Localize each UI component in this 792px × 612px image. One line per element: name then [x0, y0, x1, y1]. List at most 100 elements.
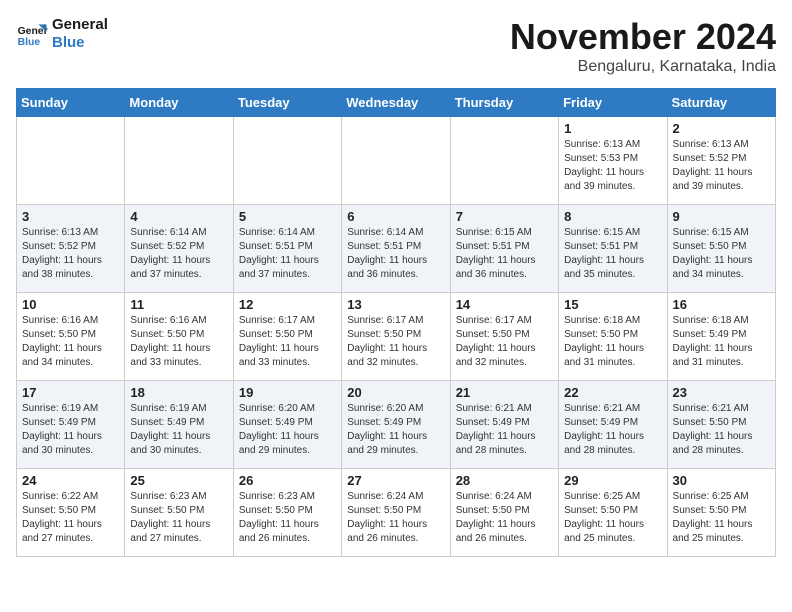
- day-number: 9: [673, 209, 770, 224]
- calendar-cell: 7 Sunrise: 6:15 AM Sunset: 5:51 PM Daylig…: [450, 205, 558, 293]
- weekday-header: Tuesday: [233, 89, 341, 117]
- day-info: Sunrise: 6:22 AM Sunset: 5:50 PM Dayligh…: [22, 490, 119, 546]
- day-info: Sunrise: 6:13 AM Sunset: 5:53 PM Dayligh…: [564, 138, 661, 194]
- calendar-cell: 24 Sunrise: 6:22 AM Sunset: 5:50 PM Dayli…: [17, 469, 125, 557]
- day-number: 4: [130, 209, 227, 224]
- svg-text:Blue: Blue: [18, 37, 41, 48]
- logo: General Blue General Blue: [16, 16, 108, 52]
- calendar-cell: 12Sunrise: 6:17 AM Sunset: 5:50 PM Dayli…: [233, 293, 341, 381]
- day-number: 24: [22, 473, 119, 488]
- calendar-cell: 2 Sunrise: 6:13 AM Sunset: 5:52 PM Daylig…: [667, 117, 775, 205]
- calendar-cell: 1 Sunrise: 6:13 AM Sunset: 5:53 PM Daylig…: [559, 117, 667, 205]
- calendar-cell: 25 Sunrise: 6:23 AM Sunset: 5:50 PM Dayli…: [125, 469, 233, 557]
- day-info: Sunrise: 6:19 AM Sunset: 5:49 PM Dayligh…: [130, 402, 227, 458]
- day-number: 14: [456, 297, 553, 312]
- day-info: Sunrise: 6:15 AM Sunset: 5:51 PM Dayligh…: [564, 226, 661, 282]
- day-number: 20: [347, 385, 444, 400]
- calendar-cell: 21 Sunrise: 6:21 AM Sunset: 5:49 PM Dayli…: [450, 381, 558, 469]
- day-info: Sunrise: 6:21 AM Sunset: 5:50 PM Dayligh…: [673, 402, 770, 458]
- day-number: 15: [564, 297, 661, 312]
- day-info: Sunrise: 6:14 AM Sunset: 5:51 PM Dayligh…: [239, 226, 336, 282]
- logo-line1: General: [52, 16, 108, 34]
- weekday-header: Saturday: [667, 89, 775, 117]
- day-number: 25: [130, 473, 227, 488]
- logo-line2: Blue: [52, 34, 108, 52]
- calendar-cell: 16Sunrise: 6:18 AM Sunset: 5:49 PM Dayli…: [667, 293, 775, 381]
- day-number: 29: [564, 473, 661, 488]
- calendar-cell: 26 Sunrise: 6:23 AM Sunset: 5:50 PM Dayli…: [233, 469, 341, 557]
- day-info: Sunrise: 6:25 AM Sunset: 5:50 PM Dayligh…: [673, 490, 770, 546]
- calendar-cell: [233, 117, 341, 205]
- day-info: Sunrise: 6:20 AM Sunset: 5:49 PM Dayligh…: [239, 402, 336, 458]
- calendar-cell: 4 Sunrise: 6:14 AM Sunset: 5:52 PM Daylig…: [125, 205, 233, 293]
- day-number: 18: [130, 385, 227, 400]
- day-number: 2: [673, 121, 770, 136]
- calendar-cell: 8 Sunrise: 6:15 AM Sunset: 5:51 PM Daylig…: [559, 205, 667, 293]
- weekday-header: Monday: [125, 89, 233, 117]
- day-info: Sunrise: 6:24 AM Sunset: 5:50 PM Dayligh…: [456, 490, 553, 546]
- calendar-cell: 20Sunrise: 6:20 AM Sunset: 5:49 PM Dayli…: [342, 381, 450, 469]
- location-title: Bengaluru, Karnataka, India: [510, 58, 776, 76]
- weekday-header: Sunday: [17, 89, 125, 117]
- month-title: November 2024: [510, 16, 776, 58]
- calendar-cell: 15Sunrise: 6:18 AM Sunset: 5:50 PM Dayli…: [559, 293, 667, 381]
- day-number: 27: [347, 473, 444, 488]
- day-info: Sunrise: 6:15 AM Sunset: 5:50 PM Dayligh…: [673, 226, 770, 282]
- day-number: 13: [347, 297, 444, 312]
- day-info: Sunrise: 6:21 AM Sunset: 5:49 PM Dayligh…: [456, 402, 553, 458]
- day-number: 21: [456, 385, 553, 400]
- day-number: 22: [564, 385, 661, 400]
- day-number: 1: [564, 121, 661, 136]
- calendar-cell: 29 Sunrise: 6:25 AM Sunset: 5:50 PM Dayli…: [559, 469, 667, 557]
- calendar-cell: 18 Sunrise: 6:19 AM Sunset: 5:49 PM Dayli…: [125, 381, 233, 469]
- calendar-cell: 30 Sunrise: 6:25 AM Sunset: 5:50 PM Dayli…: [667, 469, 775, 557]
- calendar-cell: 27Sunrise: 6:24 AM Sunset: 5:50 PM Dayli…: [342, 469, 450, 557]
- calendar-cell: 3 Sunrise: 6:13 AM Sunset: 5:52 PM Daylig…: [17, 205, 125, 293]
- weekday-header: Thursday: [450, 89, 558, 117]
- day-info: Sunrise: 6:13 AM Sunset: 5:52 PM Dayligh…: [673, 138, 770, 194]
- day-number: 30: [673, 473, 770, 488]
- day-info: Sunrise: 6:13 AM Sunset: 5:52 PM Dayligh…: [22, 226, 119, 282]
- day-info: Sunrise: 6:25 AM Sunset: 5:50 PM Dayligh…: [564, 490, 661, 546]
- day-info: Sunrise: 6:14 AM Sunset: 5:51 PM Dayligh…: [347, 226, 444, 282]
- day-number: 5: [239, 209, 336, 224]
- day-number: 23: [673, 385, 770, 400]
- logo-icon: General Blue: [16, 18, 48, 50]
- calendar-cell: 6 Sunrise: 6:14 AM Sunset: 5:51 PM Daylig…: [342, 205, 450, 293]
- calendar-cell: 5 Sunrise: 6:14 AM Sunset: 5:51 PM Daylig…: [233, 205, 341, 293]
- day-info: Sunrise: 6:19 AM Sunset: 5:49 PM Dayligh…: [22, 402, 119, 458]
- header: General Blue General Blue November 2024 …: [16, 16, 776, 76]
- calendar-cell: [450, 117, 558, 205]
- day-number: 6: [347, 209, 444, 224]
- day-number: 11: [130, 297, 227, 312]
- day-number: 7: [456, 209, 553, 224]
- day-number: 26: [239, 473, 336, 488]
- calendar-cell: [342, 117, 450, 205]
- day-info: Sunrise: 6:23 AM Sunset: 5:50 PM Dayligh…: [130, 490, 227, 546]
- calendar-cell: 14Sunrise: 6:17 AM Sunset: 5:50 PM Dayli…: [450, 293, 558, 381]
- weekday-header: Wednesday: [342, 89, 450, 117]
- day-info: Sunrise: 6:14 AM Sunset: 5:52 PM Dayligh…: [130, 226, 227, 282]
- day-info: Sunrise: 6:16 AM Sunset: 5:50 PM Dayligh…: [130, 314, 227, 370]
- day-number: 28: [456, 473, 553, 488]
- calendar-table: SundayMondayTuesdayWednesdayThursdayFrid…: [16, 88, 776, 557]
- day-number: 12: [239, 297, 336, 312]
- weekday-header: Friday: [559, 89, 667, 117]
- calendar-cell: 9 Sunrise: 6:15 AM Sunset: 5:50 PM Daylig…: [667, 205, 775, 293]
- day-number: 3: [22, 209, 119, 224]
- calendar-cell: [125, 117, 233, 205]
- title-area: November 2024 Bengaluru, Karnataka, Indi…: [510, 16, 776, 76]
- day-info: Sunrise: 6:23 AM Sunset: 5:50 PM Dayligh…: [239, 490, 336, 546]
- day-info: Sunrise: 6:16 AM Sunset: 5:50 PM Dayligh…: [22, 314, 119, 370]
- day-number: 10: [22, 297, 119, 312]
- calendar-cell: 17 Sunrise: 6:19 AM Sunset: 5:49 PM Dayli…: [17, 381, 125, 469]
- day-number: 17: [22, 385, 119, 400]
- calendar-cell: [17, 117, 125, 205]
- calendar-cell: 11 Sunrise: 6:16 AM Sunset: 5:50 PM Dayli…: [125, 293, 233, 381]
- calendar-cell: 19 Sunrise: 6:20 AM Sunset: 5:49 PM Dayli…: [233, 381, 341, 469]
- day-number: 19: [239, 385, 336, 400]
- day-number: 16: [673, 297, 770, 312]
- calendar-cell: 10 Sunrise: 6:16 AM Sunset: 5:50 PM Dayli…: [17, 293, 125, 381]
- day-number: 8: [564, 209, 661, 224]
- day-info: Sunrise: 6:15 AM Sunset: 5:51 PM Dayligh…: [456, 226, 553, 282]
